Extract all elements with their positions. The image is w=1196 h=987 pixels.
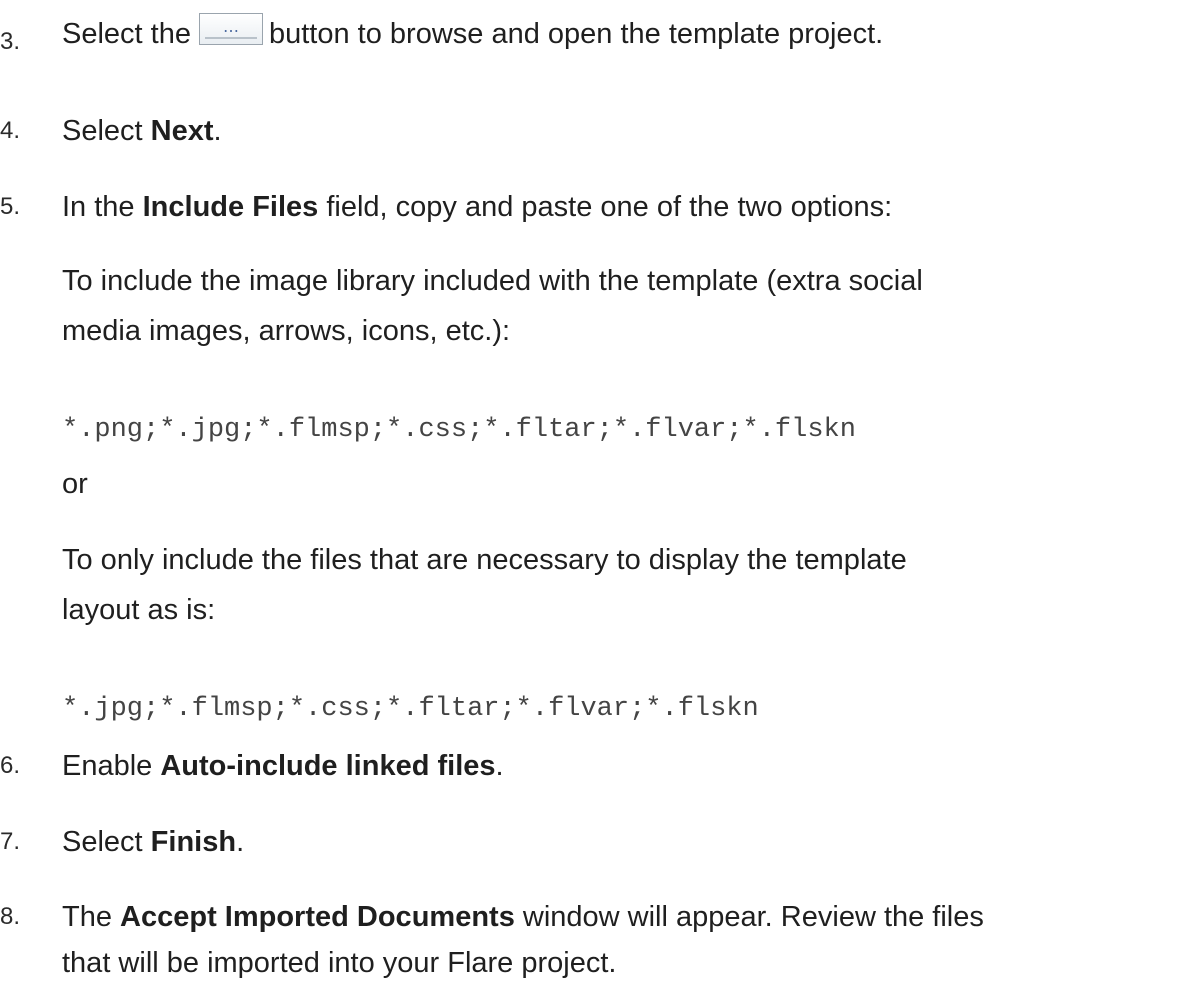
step-text: The Accept Imported Documents window wil… — [62, 901, 984, 933]
step-text: Select Next. — [62, 115, 222, 147]
step-text: Select Finish. — [62, 826, 245, 858]
browse-button-icon: … — [198, 13, 263, 45]
ui-label-next: Next — [150, 115, 214, 147]
step-number: 4. — [0, 117, 21, 144]
code-option-2: *.jpg;*.flmsp;*.css;*.fltar;*.flvar;*.fl… — [62, 694, 759, 724]
ellipsis-icon: … — [222, 17, 239, 36]
step-number: 7. — [0, 828, 21, 855]
step-text: Select the … button to browse and open the… — [62, 10, 1190, 58]
step-text: Enable Auto-include linked files. — [62, 750, 504, 782]
step-number: 3. — [0, 28, 21, 55]
step-number: 8. — [0, 903, 21, 930]
ui-label-finish: Finish — [150, 826, 237, 858]
ui-label-include-files: Include Files — [142, 191, 319, 223]
step-text-post: button to browse and open the template p… — [268, 18, 884, 50]
step-number: 6. — [0, 752, 21, 779]
step-8-continuation: that will be imported into your Flare pr… — [62, 947, 617, 979]
ui-label-accept-imported-documents: Accept Imported Documents — [120, 901, 515, 933]
step-text-pre: Select the — [62, 18, 191, 50]
code-option-1: *.png;*.jpg;*.flmsp;*.css;*.fltar;*.flva… — [62, 415, 856, 445]
step-number: 5. — [0, 193, 21, 220]
or-separator: or — [62, 468, 88, 500]
option-1-description: To include the image library included wi… — [62, 265, 923, 347]
step-text: In the Include Files field, copy and pas… — [62, 191, 893, 223]
option-2-description: To only include the files that are neces… — [62, 544, 907, 626]
ui-label-auto-include: Auto-include linked files — [160, 750, 496, 782]
